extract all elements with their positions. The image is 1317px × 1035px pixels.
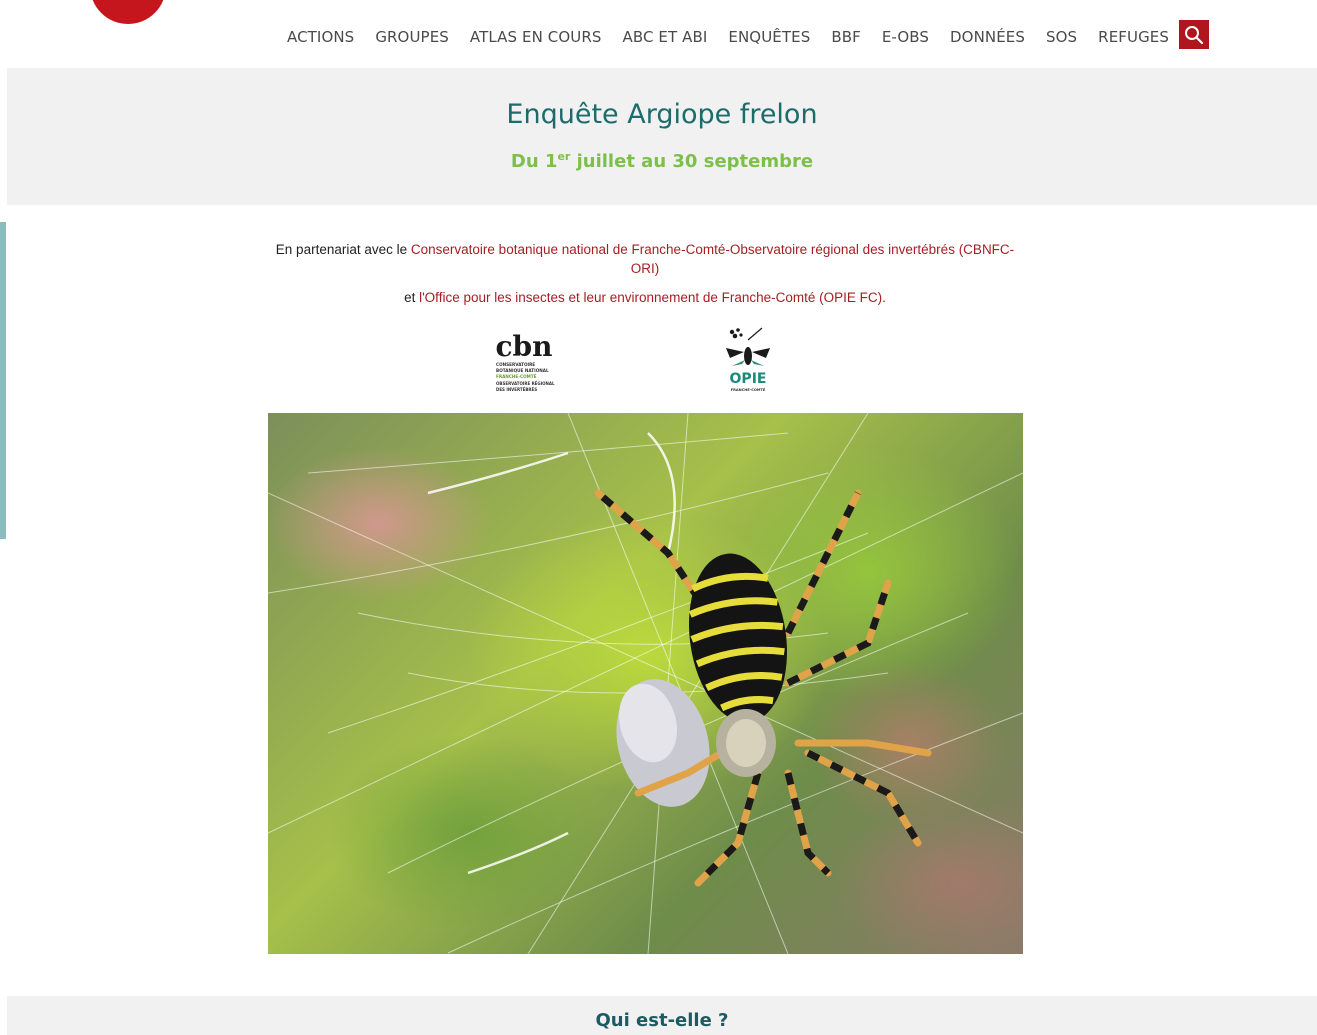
argiope-photo — [268, 413, 1023, 954]
site-logo[interactable] — [90, 0, 166, 24]
opie-insect-icon — [726, 327, 770, 366]
partner-text: En partenariat avec le Conservatoire bot… — [270, 240, 1020, 317]
partner-line-2: et l'Office pour les insectes et leur en… — [270, 288, 1020, 307]
opie-logo-sub: FRANCHE-COMTÉ — [731, 387, 766, 392]
survey-dates: Du 1er juillet au 30 septembre — [7, 150, 1317, 172]
nav-item-sos[interactable]: SOS — [1046, 28, 1077, 46]
nav-item-actions[interactable]: ACTIONS — [287, 28, 354, 46]
nav-item-groupes[interactable]: GROUPES — [375, 28, 449, 46]
cbnfc-ori-link[interactable]: Conservatoire botanique national de Fran… — [411, 242, 1014, 276]
page-title: Enquête Argiope frelon — [506, 99, 818, 130]
nav-item-refuges[interactable]: REFUGES — [1098, 28, 1169, 46]
opie-logo[interactable]: OPIE FRANCHE-COMTÉ — [718, 326, 778, 394]
nav-item-abc-et-abi[interactable]: ABC ET ABI — [622, 28, 707, 46]
dates-prefix: Du 1 — [510, 151, 558, 172]
cbn-logo-sub-5: DES INVERTÉBRÉS — [496, 387, 537, 392]
side-accent-bar — [0, 222, 6, 539]
main-nav: ACTIONS GROUPES ATLAS EN COURS ABC ET AB… — [287, 26, 1190, 48]
partner-line-1: En partenariat avec le Conservatoire bot… — [270, 240, 1020, 278]
nav-item-donnees[interactable]: DONNÉES — [950, 28, 1025, 46]
argiope-spider-illustration — [268, 413, 1023, 954]
hero-band: Enquête Argiope frelon Du 1er juillet au… — [7, 68, 1317, 205]
partner-line-1-prefix: En partenariat avec le — [275, 242, 411, 257]
opie-fc-link[interactable]: l'Office pour les insectes et leur envir… — [419, 290, 886, 305]
dates-sup: er — [557, 150, 571, 163]
search-button[interactable] — [1179, 20, 1209, 49]
page: ACTIONS GROUPES ATLAS EN COURS ABC ET AB… — [0, 0, 1317, 1035]
cbn-logo-mark: cbn — [496, 330, 553, 363]
opie-logo-mark: OPIE — [730, 371, 767, 387]
cbn-logo-sub-3: FRANCHE-COMTÉ — [496, 374, 537, 379]
dates-suffix: juillet au 30 septembre — [570, 151, 814, 172]
cbn-logo[interactable]: cbn CONSERVATOIRE BOTANIQUE NATIONAL FRA… — [492, 326, 556, 396]
cbn-logo-sub-1: CONSERVATOIRE — [496, 362, 535, 367]
partner-line-2-prefix: et — [404, 290, 420, 305]
nav-item-bbf[interactable]: BBF — [831, 28, 861, 46]
section-band: Qui est-elle ? — [7, 996, 1317, 1035]
cbn-logo-sub-4: OBSERVATOIRE RÉGIONAL — [496, 381, 555, 386]
search-icon — [1185, 25, 1204, 44]
nav-item-enquetes[interactable]: ENQUÊTES — [728, 28, 810, 46]
section-title: Qui est-elle ? — [595, 1010, 729, 1031]
cbn-logo-sub-2: BOTANIQUE NATIONAL — [496, 368, 549, 373]
nav-item-atlas-en-cours[interactable]: ATLAS EN COURS — [470, 28, 602, 46]
nav-item-e-obs[interactable]: E-OBS — [882, 28, 929, 46]
